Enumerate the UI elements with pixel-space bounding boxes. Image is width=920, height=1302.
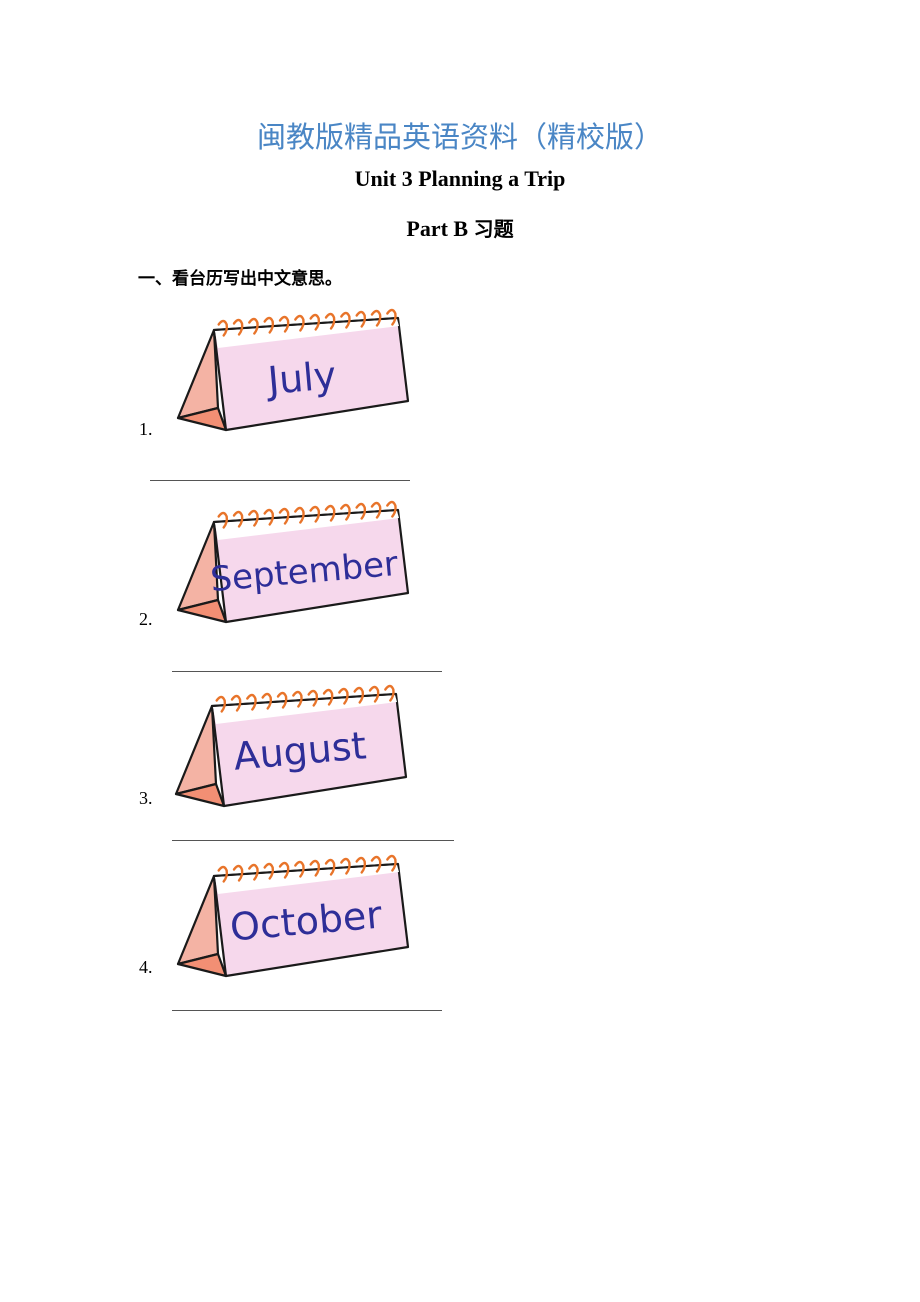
item-number: 4. (139, 957, 153, 977)
part-title-cn: 习题 (473, 217, 514, 241)
calendar-image-august: August (174, 684, 408, 808)
answer-line-2[interactable] (172, 671, 442, 672)
section-instruction: 一、看台历写出中文意思。 (138, 269, 342, 289)
item-number: 1. (139, 419, 153, 439)
calendar-image-september: September (176, 500, 410, 624)
answer-line-3[interactable] (172, 840, 454, 841)
calendar-image-july: July (176, 308, 410, 432)
answer-line-4[interactable] (172, 1010, 442, 1011)
answer-line-1[interactable] (150, 480, 410, 481)
calendar-side-face (176, 874, 220, 966)
calendar-side-face (174, 704, 218, 796)
unit-title: Unit 3 Planning a Trip (354, 166, 566, 191)
item-number: 2. (139, 609, 153, 629)
calendar-image-october: October (176, 854, 410, 978)
item-number: 3. (139, 788, 153, 808)
calendar-month-label: July (264, 353, 338, 403)
part-title: Part B 习题 (0, 213, 920, 242)
calendar-side-face (176, 328, 220, 420)
document-banner: 闽教版精品英语资料（精校版） (256, 120, 663, 154)
part-title-en: Part B (406, 216, 469, 241)
